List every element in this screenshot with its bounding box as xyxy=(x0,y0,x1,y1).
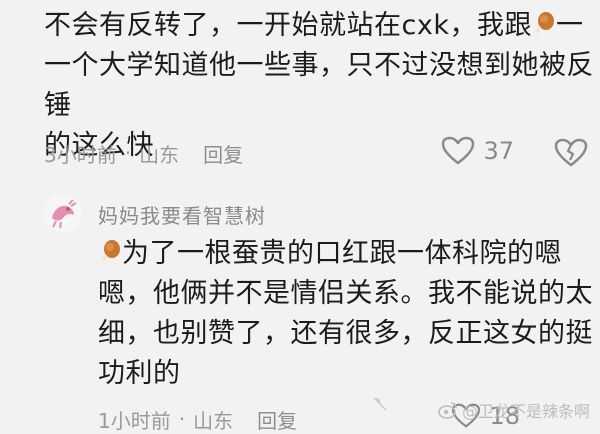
watermark-text: @卫龙不是辣条啊 xyxy=(461,402,590,421)
comment-1-reply-button[interactable]: 回复 xyxy=(203,139,243,168)
comment-2-meta: 1小时前 · 山东 回复 xyxy=(98,404,297,434)
comment-1-like-count: 37 xyxy=(483,137,514,165)
comment-2-line-4: 功利的 xyxy=(98,358,181,389)
comment-1-like-button[interactable]: 37 xyxy=(441,136,514,166)
comment-2-line-3: 细，也别赞了，还有很多，反正这女的挺 xyxy=(98,318,593,349)
broken-heart-icon xyxy=(554,138,588,167)
comment-1-line-1: 不会有反转了，一开始就站在cxk，我跟 xyxy=(44,10,532,41)
comment-2-body: 为了一根蚕贵的口红跟一体科院的嗯 嗯，他俩并不是情侣关系。我不能说的太 细，也别… xyxy=(98,234,596,394)
comment-1-meta: 3小时前 · 山东 回复 xyxy=(44,138,243,168)
comment-2-username[interactable]: 妈妈我要看智慧树 xyxy=(98,200,266,229)
heart-icon xyxy=(442,136,475,165)
avatar[interactable] xyxy=(44,194,82,232)
sparkle-icon xyxy=(372,396,388,416)
weibo-logo-icon xyxy=(438,402,457,419)
comment-1-line-1-tail: 一 xyxy=(555,10,584,41)
comment-1-time: 3小时前 xyxy=(44,142,117,167)
comment-2: 为了一根蚕贵的口红跟一体科院的嗯 嗯，他俩并不是情侣关系。我不能说的太 细，也别… xyxy=(98,234,596,394)
comment-2-reply-button[interactable]: 回复 xyxy=(257,405,297,434)
comment-1-line-2: 一个大学知道他一些事，只不过没想到她被反锤 xyxy=(44,50,594,121)
comment-2-line-1: 为了一根蚕贵的口红跟一体科院的嗯 xyxy=(122,238,562,269)
comment-2-time: 1小时前 xyxy=(98,408,171,433)
comment-2-location: 山东 xyxy=(193,408,234,433)
comment-1-dislike-button[interactable] xyxy=(554,138,588,172)
comment-1-location: 山东 xyxy=(139,142,180,167)
watermark: @卫龙不是辣条啊 xyxy=(438,398,590,422)
comment-2-dot: · xyxy=(178,407,186,431)
drumstick-icon xyxy=(98,237,122,266)
avatar-illustration-icon xyxy=(44,194,82,232)
comment-2-line-2: 嗯，他俩并不是情侣关系。我不能说的太 xyxy=(98,278,593,309)
comment-1-dot: · xyxy=(124,141,132,165)
drumstick-icon xyxy=(532,9,556,38)
